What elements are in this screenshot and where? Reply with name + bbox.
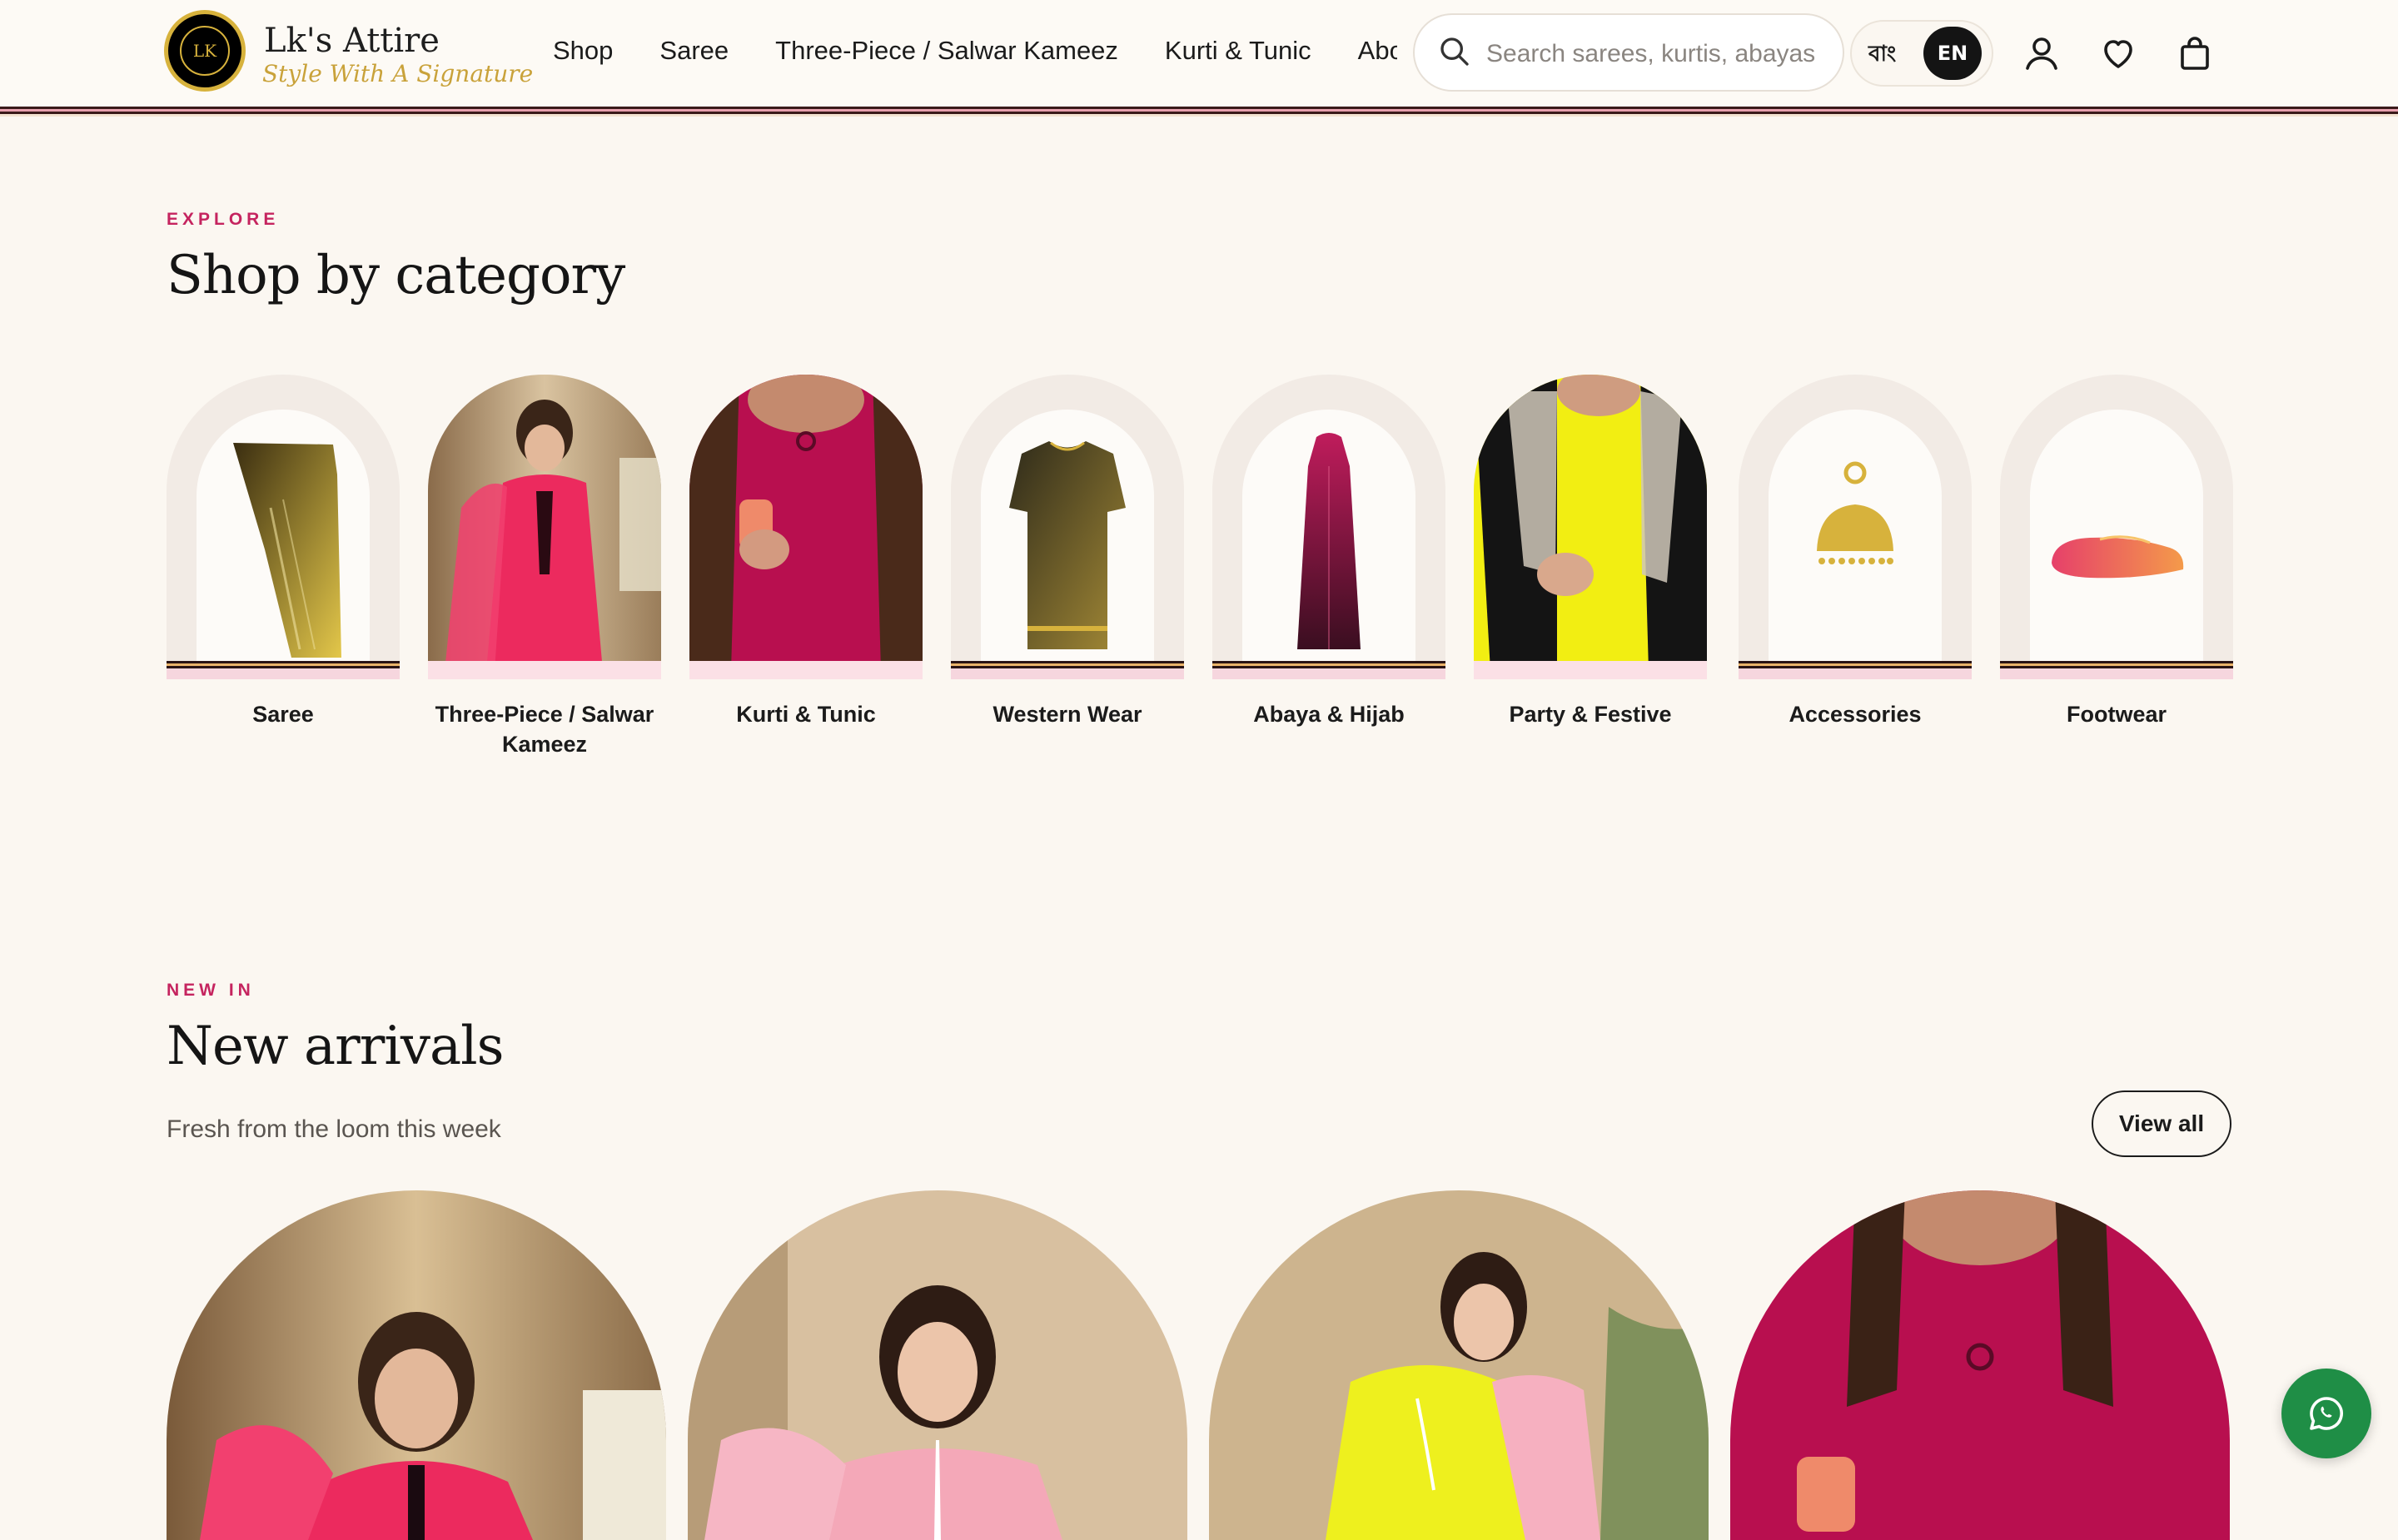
category-label: Abaya & Hijab (1253, 702, 1405, 727)
shopping-bag-icon[interactable] (2175, 33, 2215, 73)
nav-shop[interactable]: Shop (553, 30, 613, 72)
site-header: LK Lk's Attire Style With A Signature Sh… (0, 0, 2398, 107)
nav-three-piece[interactable]: Three-Piece / Salwar Kameez (775, 30, 1118, 72)
product-card-image[interactable] (167, 1190, 666, 1540)
category-stripe (2000, 661, 2233, 679)
category-footwear[interactable]: Footwear (2000, 375, 2233, 766)
main-nav: Shop Saree Three-Piece / Salwar Kameez K… (553, 30, 1397, 72)
category-eyebrow: EXPLORE (167, 210, 280, 229)
abaya-icon (1297, 433, 1361, 649)
category-section-title: Shop by category (167, 245, 625, 306)
earring-icon (1817, 461, 1893, 564)
category-label: Western Wear (993, 702, 1142, 727)
lang-english-option[interactable]: EN (1923, 27, 1982, 80)
category-stripe (1474, 661, 1707, 679)
category-kurti-tunic[interactable]: Kurti & Tunic (689, 375, 923, 766)
category-label: Footwear (2066, 702, 2167, 727)
category-arch (689, 375, 923, 671)
category-party-festive[interactable]: Party & Festive (1474, 375, 1707, 766)
brand-logo[interactable]: LK Lk's Attire Style With A Signature (164, 10, 533, 97)
account-icon[interactable] (2022, 33, 2062, 73)
category-label: Party & Festive (1509, 702, 1672, 727)
category-stripe (167, 661, 400, 679)
category-stripe (428, 661, 661, 679)
whatsapp-chat-button[interactable] (2281, 1369, 2371, 1458)
header-border-stripe (0, 107, 2398, 117)
category-list: Saree Three-Piece / Salwar Kameez Kurti … (167, 375, 2233, 766)
three-piece-photo (428, 375, 661, 671)
wishlist-heart-icon[interactable] (2098, 33, 2138, 73)
category-arch (2000, 375, 2233, 671)
category-label: Three-Piece / Salwar Kameez (435, 702, 654, 757)
category-three-piece[interactable]: Three-Piece / Salwar Kameez (428, 375, 661, 766)
language-toggle: বাং EN (1850, 20, 1993, 87)
category-accessories[interactable]: Accessories (1739, 375, 1972, 766)
category-label: Accessories (1789, 702, 1922, 727)
brand-tagline: Style With A Signature (262, 60, 534, 87)
category-label: Saree (252, 702, 314, 727)
category-saree[interactable]: Saree (167, 375, 400, 766)
dress-icon (1009, 441, 1126, 649)
nav-about[interactable]: Abou (1358, 30, 1397, 72)
category-stripe (1212, 661, 1445, 679)
search-icon[interactable] (1438, 35, 1471, 68)
whatsapp-icon (2310, 1397, 2343, 1430)
product-card-image[interactable] (688, 1190, 1187, 1540)
product-card-image[interactable] (1209, 1190, 1709, 1540)
category-abaya-hijab[interactable]: Abaya & Hijab (1212, 375, 1445, 766)
logo-badge: LK (164, 10, 246, 92)
category-stripe (689, 661, 923, 679)
lang-bangla-option[interactable]: বাং (1868, 37, 1896, 73)
logo-monogram: LK (180, 26, 230, 76)
shoe-icon (2052, 535, 2184, 579)
saree-icon (233, 443, 341, 658)
category-arch (428, 375, 661, 671)
category-arch (167, 375, 400, 671)
kurti-photo (689, 375, 923, 671)
category-stripe (1739, 661, 1972, 679)
category-arch (1739, 375, 1972, 671)
category-arch (1474, 375, 1707, 671)
nav-saree[interactable]: Saree (659, 30, 729, 72)
product-card-image[interactable] (1730, 1190, 2230, 1540)
search-box (1413, 13, 1844, 92)
nav-kurti-tunic[interactable]: Kurti & Tunic (1165, 30, 1311, 72)
brand-name: Lk's Attire (264, 22, 440, 60)
view-all-button[interactable]: View all (2092, 1090, 2231, 1157)
category-western-wear[interactable]: Western Wear (951, 375, 1184, 766)
category-stripe (951, 661, 1184, 679)
party-photo (1474, 375, 1707, 671)
arrivals-subtitle: Fresh from the loom this week (167, 1115, 501, 1143)
arrivals-eyebrow: NEW IN (167, 981, 255, 1000)
arrivals-section-title: New arrivals (167, 1016, 504, 1077)
category-label: Kurti & Tunic (736, 702, 876, 727)
category-arch (951, 375, 1184, 671)
category-arch (1212, 375, 1445, 671)
search-input[interactable] (1485, 33, 1829, 75)
